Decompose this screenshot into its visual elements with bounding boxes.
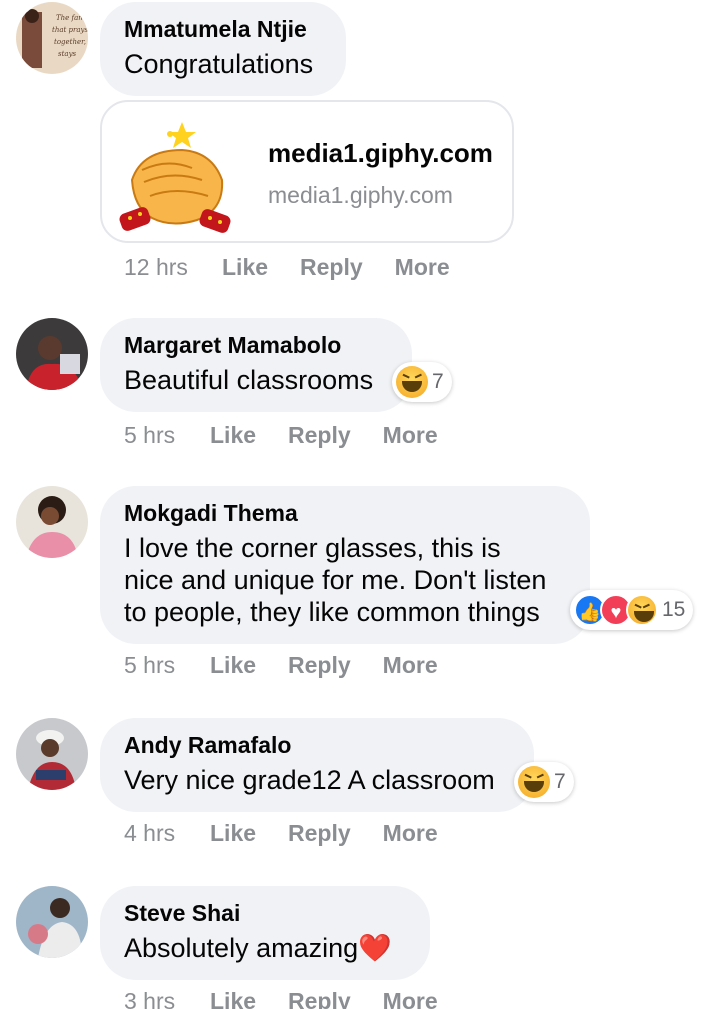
more-button[interactable]: More xyxy=(383,820,438,847)
comment-time[interactable]: 4 hrs xyxy=(124,820,210,847)
reply-button[interactable]: Reply xyxy=(288,422,351,449)
more-button[interactable]: More xyxy=(383,988,438,1009)
reply-button[interactable]: Reply xyxy=(300,254,363,281)
avatar[interactable] xyxy=(16,486,88,558)
comment-bubble: Andy Ramafalo Very nice grade12 A classr… xyxy=(100,718,534,812)
more-button[interactable]: More xyxy=(383,422,438,449)
like-button[interactable]: Like xyxy=(210,988,256,1009)
more-button[interactable]: More xyxy=(383,652,438,679)
comment-actions: 5 hrs Like Reply More xyxy=(124,652,470,679)
svg-text:The fam: The fam xyxy=(56,14,85,22)
avatar[interactable] xyxy=(16,718,88,790)
comment-actions: 3 hrs Like Reply More xyxy=(124,988,470,1009)
svg-text:together,: together, xyxy=(54,38,86,46)
comment-actions: 12 hrs Like Reply More xyxy=(124,254,482,281)
reply-button[interactable]: Reply xyxy=(288,652,351,679)
svg-text:stays: stays xyxy=(58,50,77,58)
link-domain: media1.giphy.com xyxy=(268,182,453,208)
comment-bubble: Steve Shai Absolutely amazing❤️ xyxy=(100,886,430,980)
like-button[interactable]: Like xyxy=(210,820,256,847)
reaction-count: 7 xyxy=(432,370,444,393)
avatar[interactable] xyxy=(16,318,88,390)
haha-reaction-icon xyxy=(396,366,428,398)
avatar[interactable] xyxy=(16,886,88,958)
comment-text-body: Absolutely amazing xyxy=(124,933,359,963)
avatar[interactable]: The fam that prays together, stays xyxy=(16,2,88,74)
like-button[interactable]: Like xyxy=(210,652,256,679)
comment-time[interactable]: 5 hrs xyxy=(124,422,210,449)
comment-time[interactable]: 5 hrs xyxy=(124,652,210,679)
reaction-count: 15 xyxy=(662,598,686,621)
comment-actions: 4 hrs Like Reply More xyxy=(124,820,470,847)
reply-button[interactable]: Reply xyxy=(288,988,351,1009)
comment-author[interactable]: Steve Shai xyxy=(124,898,406,928)
comment-author[interactable]: Andy Ramafalo xyxy=(124,730,510,760)
comment-text-line: nice and unique for me. Don't listen xyxy=(124,565,547,595)
link-title: media1.giphy.com xyxy=(268,138,493,168)
clapping-hands-icon xyxy=(119,122,231,233)
reaction-summary[interactable]: 7 xyxy=(392,362,452,402)
comment-author[interactable]: Mmatumela Ntjie xyxy=(124,14,322,44)
more-button[interactable]: More xyxy=(395,254,450,281)
comment-time[interactable]: 12 hrs xyxy=(124,254,222,281)
comment-text: Congratulations xyxy=(124,49,314,79)
heart-emoji-icon: ❤️ xyxy=(358,933,392,963)
haha-reaction-icon xyxy=(626,594,658,626)
comment-text-line: to people, they like common things xyxy=(124,597,540,627)
like-button[interactable]: Like xyxy=(210,422,256,449)
reply-button[interactable]: Reply xyxy=(288,820,351,847)
comment-bubble: Mmatumela Ntjie Congratulations xyxy=(100,2,346,96)
comment-text: Beautiful classrooms xyxy=(124,365,374,395)
comment-bubble: Margaret Mamabolo Beautiful classrooms xyxy=(100,318,412,412)
like-button[interactable]: Like xyxy=(222,254,268,281)
comment-text: Absolutely amazing❤️ xyxy=(124,932,406,964)
comment-bubble: Mokgadi Thema I love the corner glasses,… xyxy=(100,486,590,644)
comment-author[interactable]: Margaret Mamabolo xyxy=(124,330,388,360)
comment-time[interactable]: 3 hrs xyxy=(124,988,210,1009)
haha-reaction-icon xyxy=(518,766,550,798)
comment-text-line: I love the corner glasses, this is xyxy=(124,533,501,563)
comment-actions: 5 hrs Like Reply More xyxy=(124,422,470,449)
comment-author[interactable]: Mokgadi Thema xyxy=(124,498,566,528)
comment-text: Very nice grade12 A classroom xyxy=(124,765,495,795)
reaction-summary[interactable]: 7 xyxy=(514,762,574,802)
link-preview-card[interactable]: media1.giphy.com media1.giphy.com xyxy=(100,100,514,243)
reaction-summary[interactable]: 👍 ♥ 15 xyxy=(570,590,694,630)
svg-text:that prays: that prays xyxy=(52,26,88,34)
reaction-count: 7 xyxy=(554,770,566,793)
